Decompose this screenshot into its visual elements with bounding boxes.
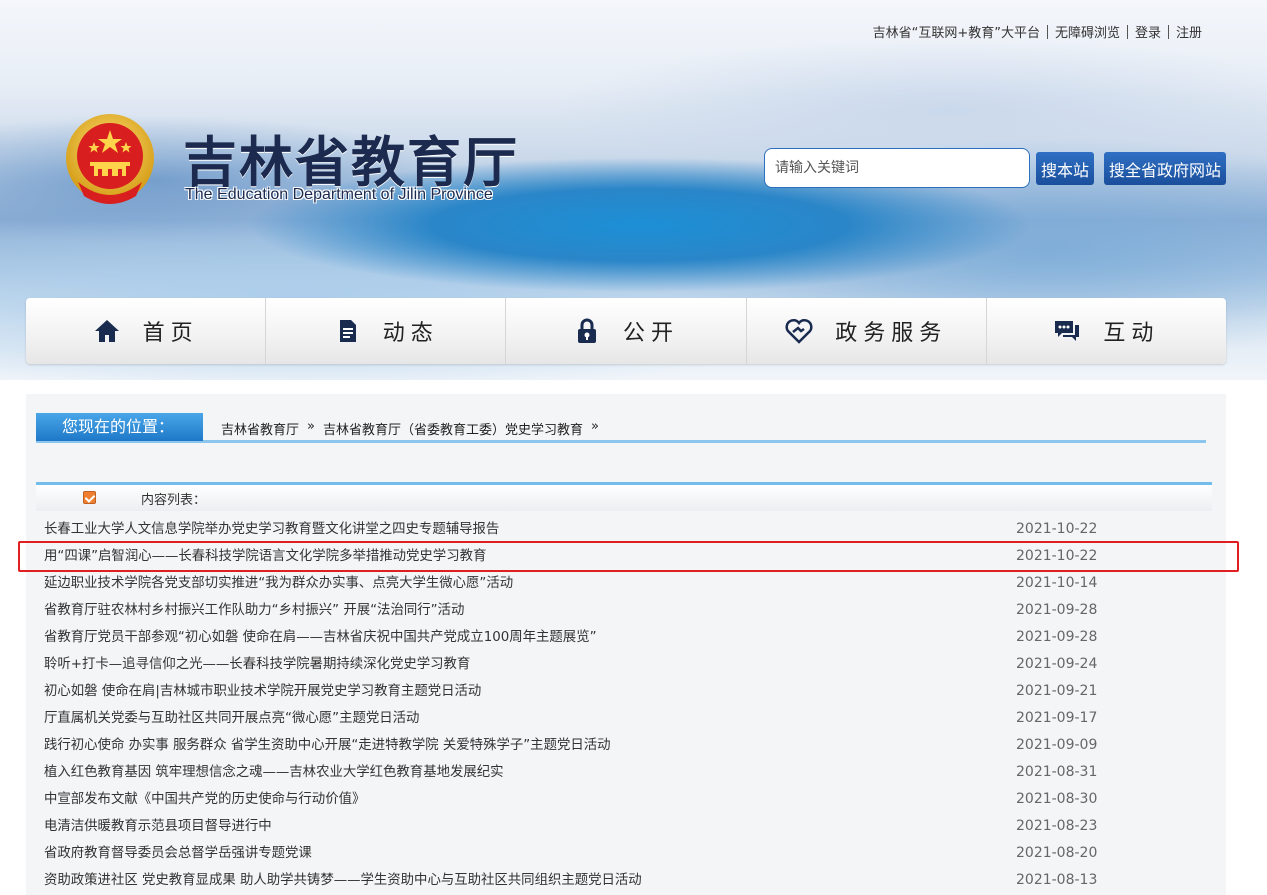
nav-interact[interactable]: 互动 [987, 298, 1226, 364]
list-item: 延边职业技术学院各党支部切实推进“我为群众办实事、点亮大学生微心愿”活动 2021… [44, 570, 1200, 597]
article-date: 2021-09-21 [1016, 683, 1098, 699]
article-link[interactable]: 中宣部发布文献《中国共产党的历史使命与行动价值》 [44, 786, 365, 813]
breadcrumb: 吉林省教育厅 » 吉林省教育厅（省委教育工委）党史学习教育 » [221, 419, 599, 438]
document-icon [339, 320, 356, 342]
article-date: 2021-10-14 [1016, 575, 1098, 591]
toplink-platform[interactable]: 吉林省“互联网+教育”大平台 [873, 22, 1040, 41]
list-item: 中宣部发布文献《中国共产党的历史使命与行动价值》 2021-08-30 [44, 786, 1200, 813]
breadcrumb-separator: » [307, 419, 315, 434]
article-date: 2021-08-23 [1016, 818, 1098, 834]
list-item: 省教育厅驻农林村乡村振兴工作队助力“乡村振兴” 开展“法治同行”活动 2021-0… [44, 597, 1200, 624]
article-date: 2021-09-17 [1016, 710, 1098, 726]
list-item: 电清洁供暖教育示范县项目督导进行中 2021-08-23 [44, 813, 1200, 840]
nav-label: 政务服务 [835, 321, 948, 346]
article-link[interactable]: 省教育厅党员干部参观“初心如磐 使命在肩——吉林省庆祝中国共产党成立100周年主… [44, 624, 597, 651]
list-item: 省政府教育督导委员会总督学岳强讲专题党课 2021-08-20 [44, 840, 1200, 867]
article-link[interactable]: 省教育厅驻农林村乡村振兴工作队助力“乡村振兴” 开展“法治同行”活动 [44, 597, 464, 624]
article-date: 2021-09-28 [1016, 629, 1098, 645]
list-item: 聆听+打卡—追寻信仰之光——长春科技学院暑期持续深化党史学习教育 2021-09-… [44, 651, 1200, 678]
search-site-button[interactable]: 搜本站 [1036, 152, 1094, 185]
nav-label: 动态 [382, 321, 439, 346]
toplink-login[interactable]: 登录 [1135, 22, 1161, 41]
article-date: 2021-10-22 [1016, 521, 1098, 537]
article-link[interactable]: 省政府教育督导委员会总督学岳强讲专题党课 [44, 840, 312, 867]
handshake-heart-icon [785, 318, 813, 344]
article-date: 2021-08-30 [1016, 791, 1098, 807]
breadcrumb-bar: 您现在的位置： 吉林省教育厅 » 吉林省教育厅（省委教育工委）党史学习教育 » [36, 413, 1206, 443]
list-title: 内容列表： [141, 493, 207, 508]
list-item: 植入红色教育基因 筑牢理想信念之魂——吉林农业大学红色教育基地发展纪实 2021-… [44, 759, 1200, 786]
list-item: 资助政策进社区 党史教育显成果 助人助学共铸梦——学生资助中心与互助社区共同组织… [44, 867, 1200, 894]
article-date: 2021-08-13 [1016, 872, 1098, 888]
search-province-button[interactable]: 搜全省政府网站 [1104, 152, 1226, 185]
home-icon [94, 320, 119, 342]
article-link[interactable]: 电清洁供暖教育示范县项目督导进行中 [44, 813, 272, 840]
content-area: 您现在的位置： 吉林省教育厅 » 吉林省教育厅（省委教育工委）党史学习教育 » … [26, 394, 1226, 895]
highlight-box [18, 541, 1239, 572]
breadcrumb-home[interactable]: 吉林省教育厅 [221, 419, 299, 438]
list-item: 省教育厅党员干部参观“初心如磐 使命在肩——吉林省庆祝中国共产党成立100周年主… [44, 624, 1200, 651]
article-link[interactable]: 资助政策进社区 党史教育显成果 助人助学共铸梦——学生资助中心与互助社区共同组织… [44, 867, 642, 894]
location-label: 您现在的位置： [36, 413, 203, 441]
lock-icon [578, 318, 596, 343]
article-link[interactable]: 践行初心使命 办实事 服务群众 省学生资助中心开展“走进特教学院 关爱特殊学子”… [44, 732, 611, 759]
article-date: 2021-09-28 [1016, 602, 1098, 618]
toplink-accessibility[interactable]: 无障碍浏览 [1055, 22, 1120, 41]
nav-services[interactable]: 政务服务 [747, 298, 987, 364]
list-item: 践行初心使命 办实事 服务群众 省学生资助中心开展“走进特教学院 关爱特殊学子”… [44, 732, 1200, 759]
list-header: 内容列表： [36, 482, 1212, 511]
nav-label: 首页 [142, 321, 199, 346]
article-date: 2021-08-20 [1016, 845, 1098, 861]
main-nav: 首页 动态 公开 政务服务 互动 [26, 298, 1226, 364]
site-subtitle: The Education Department of Jilin Provin… [185, 186, 493, 203]
nav-public[interactable]: 公开 [506, 298, 747, 364]
article-link[interactable]: 初心如磐 使命在肩|吉林城市职业技术学院开展党史学习教育主题党日活动 [44, 678, 481, 705]
list-item: 初心如磐 使命在肩|吉林城市职业技术学院开展党史学习教育主题党日活动 2021-0… [44, 678, 1200, 705]
article-link[interactable]: 长春工业大学人文信息学院举办党史学习教育暨文化讲堂之四史专题辅导报告 [44, 516, 499, 543]
nav-label: 互动 [1103, 321, 1160, 346]
article-link[interactable]: 厅直属机关党委与互助社区共同开展点亮“微心愿”主题党日活动 [44, 705, 419, 732]
chat-icon [1055, 321, 1080, 341]
divider [1046, 24, 1048, 39]
nav-news[interactable]: 动态 [266, 298, 507, 364]
article-date: 2021-09-24 [1016, 656, 1098, 672]
national-emblem-icon [66, 114, 154, 204]
divider [1126, 24, 1128, 39]
breadcrumb-section[interactable]: 吉林省教育厅（省委教育工委）党史学习教育 [323, 419, 583, 438]
nav-label: 公开 [623, 321, 680, 346]
search-input[interactable] [764, 148, 1030, 188]
breadcrumb-separator: » [591, 419, 599, 434]
article-link[interactable]: 延边职业技术学院各党支部切实推进“我为群众办实事、点亮大学生微心愿”活动 [44, 570, 513, 597]
article-date: 2021-09-09 [1016, 737, 1098, 753]
article-link[interactable]: 聆听+打卡—追寻信仰之光——长春科技学院暑期持续深化党史学习教育 [44, 651, 470, 678]
article-date: 2021-08-31 [1016, 764, 1098, 780]
article-link[interactable]: 植入红色教育基因 筑牢理想信念之魂——吉林农业大学红色教育基地发展纪实 [44, 759, 504, 786]
top-links: 吉林省“互联网+教育”大平台 无障碍浏览 登录 注册 [873, 22, 1202, 41]
list-item: 长春工业大学人文信息学院举办党史学习教育暨文化讲堂之四史专题辅导报告 2021-1… [44, 516, 1200, 543]
divider [1167, 24, 1169, 39]
list-item: 厅直属机关党委与互助社区共同开展点亮“微心愿”主题党日活动 2021-09-17 [44, 705, 1200, 732]
nav-home[interactable]: 首页 [26, 298, 267, 364]
article-list: 长春工业大学人文信息学院举办党史学习教育暨文化讲堂之四史专题辅导报告 2021-1… [44, 516, 1200, 894]
checkbox-icon [83, 491, 96, 504]
toplink-register[interactable]: 注册 [1176, 22, 1202, 41]
